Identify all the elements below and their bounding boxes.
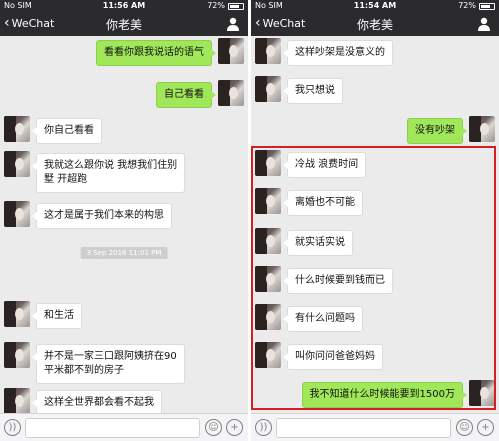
- message-bubble[interactable]: 并不是一家三口跟阿姨挤在90 平米都不到的房子: [32, 344, 185, 384]
- avatar[interactable]: [218, 80, 244, 106]
- voice-icon[interactable]: )): [4, 419, 21, 436]
- avatar-face: [266, 45, 275, 57]
- screenshot-composite: No SIM 11:56 AM 72% ‹ WeChat 你老美 看看你跟我说话…: [0, 0, 499, 441]
- battery-percent: 72%: [458, 1, 476, 10]
- battery-indicator: 72%: [207, 0, 244, 12]
- emoji-icon[interactable]: ☺: [456, 419, 473, 436]
- avatar-face: [266, 311, 275, 323]
- message-bubble[interactable]: 就实话实说: [283, 230, 353, 256]
- avatar-face: [480, 123, 489, 135]
- avatar-face: [15, 395, 24, 407]
- avatar[interactable]: [255, 304, 281, 330]
- battery-icon: [228, 2, 244, 10]
- avatar-face: [266, 235, 275, 247]
- message-bubble[interactable]: 离婚也不可能: [283, 190, 363, 216]
- input-bar: )) ☺ +: [0, 413, 248, 441]
- message-bubble[interactable]: 有什么问题吗: [283, 306, 363, 332]
- avatar[interactable]: [218, 38, 244, 64]
- message-bubble[interactable]: 我就这么跟你说 我想我们住别墅 开超跑: [31, 153, 186, 193]
- nav-bar: ‹ WeChat 你老美: [251, 12, 499, 36]
- avatar[interactable]: [255, 266, 281, 292]
- message-bubble[interactable]: 和生活: [32, 303, 82, 329]
- plus-icon[interactable]: +: [477, 419, 494, 436]
- message-list[interactable]: 看看你跟我说话的语气自己看看你自己看看我就这么跟你说 我想我们住别墅 开超跑这才…: [0, 36, 248, 441]
- avatar-face: [15, 208, 24, 220]
- avatar-face: [15, 308, 24, 320]
- battery-indicator: 72%: [458, 0, 495, 12]
- avatar-face: [229, 45, 238, 57]
- battery-percent: 72%: [207, 1, 225, 10]
- avatar[interactable]: [4, 151, 30, 177]
- avatar-face: [266, 273, 275, 285]
- message-bubble[interactable]: 自己看看: [156, 82, 216, 108]
- avatar[interactable]: [4, 301, 30, 327]
- avatar[interactable]: [255, 342, 281, 368]
- message-list[interactable]: 这样吵架是没意义的 我只想说没有吵架冷战 浪费时间 离婚也不可能 就实话实说什么时候要…: [251, 36, 499, 413]
- chat-title: 你老美: [105, 18, 142, 32]
- message-bubble[interactable]: 这才是属于我们本来的构思: [32, 203, 172, 229]
- avatar-face: [15, 158, 24, 170]
- message-bubble[interactable]: 我只想说: [283, 78, 343, 104]
- nav-bar: ‹ WeChat 你老美: [0, 12, 248, 36]
- avatar[interactable]: [4, 116, 30, 142]
- input-bar: )) ☺ +: [251, 413, 499, 441]
- avatar-face: [266, 83, 275, 95]
- status-bar: No SIM 11:56 AM 72%: [0, 0, 248, 12]
- chat-title: 你老美: [356, 18, 393, 32]
- avatar[interactable]: [4, 342, 30, 368]
- avatar-face: [266, 157, 275, 169]
- message-bubble[interactable]: 看看你跟我说话的语气: [96, 40, 216, 66]
- avatar[interactable]: [255, 150, 281, 176]
- avatar-face: [229, 87, 238, 99]
- message-bubble[interactable]: 这样吵架是没意义的: [283, 40, 393, 66]
- message-bubble[interactable]: 冷战 浪费时间: [282, 152, 367, 178]
- person-icon[interactable]: [225, 16, 241, 32]
- battery-icon: [479, 2, 495, 10]
- message-bubble[interactable]: 你自己看看: [32, 118, 102, 144]
- avatar-face: [266, 195, 275, 207]
- avatar-face: [15, 349, 24, 361]
- avatar[interactable]: [255, 228, 281, 254]
- message-input[interactable]: [276, 418, 451, 438]
- avatar-face: [480, 387, 489, 399]
- emoji-icon[interactable]: ☺: [205, 419, 222, 436]
- avatar-face: [266, 349, 275, 361]
- avatar[interactable]: [255, 38, 281, 64]
- message-input[interactable]: [25, 418, 200, 438]
- avatar[interactable]: [255, 188, 281, 214]
- status-bar: No SIM 11:54 AM 72%: [251, 0, 499, 12]
- timestamp-divider: 3 Sep 2016 11:01 PM: [80, 247, 168, 259]
- left-phone-screen: No SIM 11:56 AM 72% ‹ WeChat 你老美 看看你跟我说话…: [0, 0, 248, 441]
- plus-icon[interactable]: +: [226, 419, 243, 436]
- right-phone-screen: No SIM 11:54 AM 72% ‹ WeChat 你老美 这样吵架是没意…: [251, 0, 499, 441]
- person-icon[interactable]: [476, 16, 492, 32]
- voice-icon[interactable]: )): [255, 419, 272, 436]
- message-bubble[interactable]: 我不知道什么时候能要到1500万: [301, 382, 468, 408]
- message-bubble[interactable]: 什么时候要到钱而已: [283, 268, 393, 294]
- message-bubble[interactable]: 没有吵架: [407, 118, 467, 144]
- avatar[interactable]: [469, 380, 495, 406]
- avatar[interactable]: [255, 76, 281, 102]
- avatar[interactable]: [4, 201, 30, 227]
- avatar[interactable]: [4, 388, 30, 414]
- avatar-face: [15, 123, 24, 135]
- message-bubble[interactable]: 叫你问问爸爸妈妈: [283, 344, 383, 370]
- avatar[interactable]: [469, 116, 495, 142]
